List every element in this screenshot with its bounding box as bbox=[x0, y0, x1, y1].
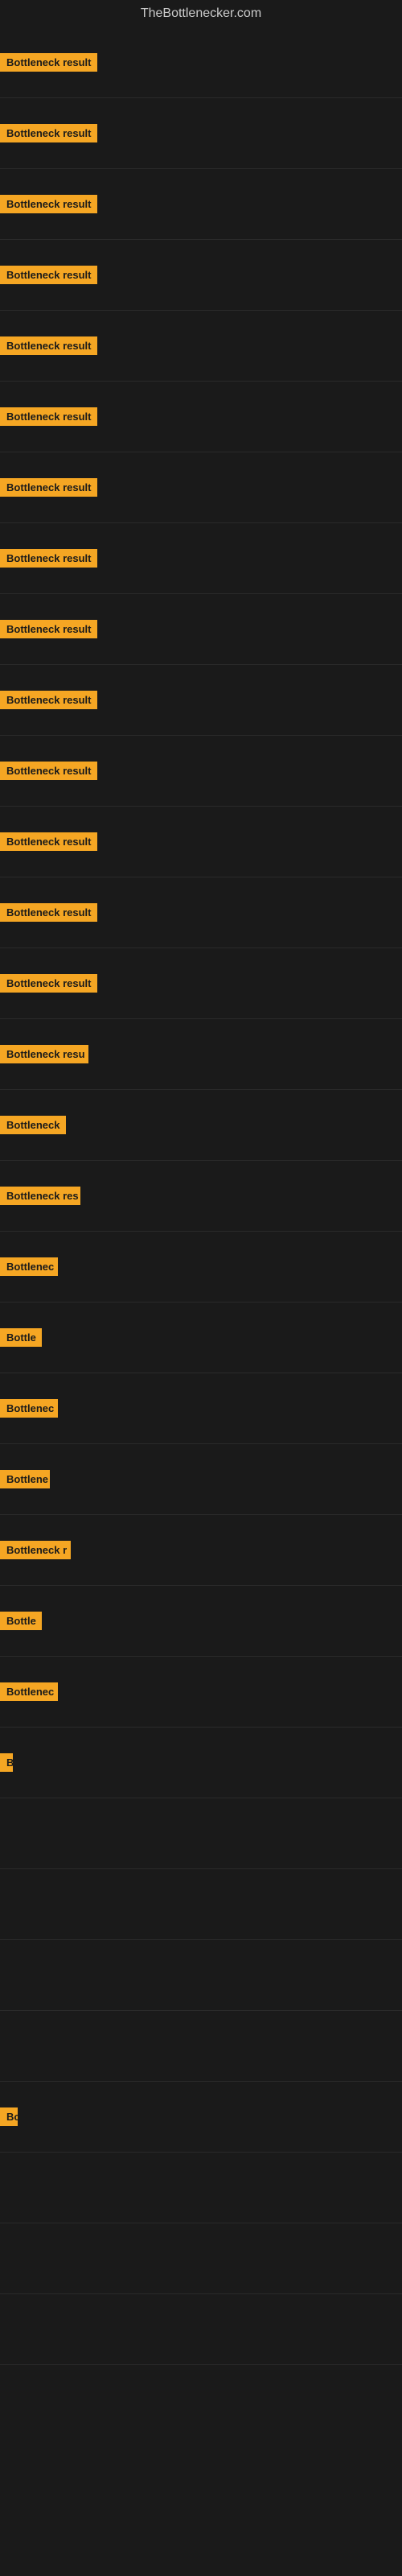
bottleneck-row-8: Bottleneck result bbox=[0, 523, 402, 594]
bottleneck-label-1[interactable]: Bottleneck result bbox=[0, 53, 97, 72]
bottleneck-label-22[interactable]: Bottleneck r bbox=[0, 1541, 71, 1559]
bottleneck-label-8[interactable]: Bottleneck result bbox=[0, 549, 97, 568]
bottleneck-row-6: Bottleneck result bbox=[0, 382, 402, 452]
bottleneck-label-4[interactable]: Bottleneck result bbox=[0, 266, 97, 284]
bottleneck-row-9: Bottleneck result bbox=[0, 594, 402, 665]
site-title: TheBottlenecker.com bbox=[0, 0, 402, 27]
bottleneck-row-11: Bottleneck result bbox=[0, 736, 402, 807]
bottleneck-label-5[interactable]: Bottleneck result bbox=[0, 336, 97, 355]
bottleneck-label-3[interactable]: Bottleneck result bbox=[0, 195, 97, 213]
bottleneck-row-30: Bo bbox=[0, 2082, 402, 2153]
bottleneck-label-9[interactable]: Bottleneck result bbox=[0, 620, 97, 638]
bottleneck-row-18: Bottlenec bbox=[0, 1232, 402, 1302]
bottleneck-row-27 bbox=[0, 1869, 402, 1940]
bottleneck-label-21[interactable]: Bottlene bbox=[0, 1470, 50, 1488]
rows-container: Bottleneck result Bottleneck result Bottle… bbox=[0, 27, 402, 2365]
bottleneck-row-24: Bottlenec bbox=[0, 1657, 402, 1728]
bottleneck-row-15: Bottleneck resu bbox=[0, 1019, 402, 1090]
bottleneck-label-15[interactable]: Bottleneck resu bbox=[0, 1045, 88, 1063]
bottleneck-row-1: Bottleneck result bbox=[0, 27, 402, 98]
bottleneck-label-25[interactable]: B bbox=[0, 1753, 13, 1772]
bottleneck-row-28 bbox=[0, 1940, 402, 2011]
bottleneck-row-16: Bottleneck bbox=[0, 1090, 402, 1161]
bottleneck-label-30[interactable]: Bo bbox=[0, 2107, 18, 2126]
bottleneck-row-29 bbox=[0, 2011, 402, 2082]
bottleneck-row-3: Bottleneck result bbox=[0, 169, 402, 240]
bottleneck-label-19[interactable]: Bottle bbox=[0, 1328, 42, 1347]
bottleneck-label-16[interactable]: Bottleneck bbox=[0, 1116, 66, 1134]
bottleneck-label-11[interactable]: Bottleneck result bbox=[0, 762, 97, 780]
bottleneck-label-14[interactable]: Bottleneck result bbox=[0, 974, 97, 993]
bottleneck-label-18[interactable]: Bottlenec bbox=[0, 1257, 58, 1276]
bottleneck-row-14: Bottleneck result bbox=[0, 948, 402, 1019]
bottleneck-label-24[interactable]: Bottlenec bbox=[0, 1682, 58, 1701]
bottleneck-row-23: Bottle bbox=[0, 1586, 402, 1657]
bottleneck-row-17: Bottleneck res bbox=[0, 1161, 402, 1232]
bottleneck-row-4: Bottleneck result bbox=[0, 240, 402, 311]
bottleneck-row-21: Bottlene bbox=[0, 1444, 402, 1515]
bottleneck-label-2[interactable]: Bottleneck result bbox=[0, 124, 97, 142]
bottleneck-label-10[interactable]: Bottleneck result bbox=[0, 691, 97, 709]
bottleneck-row-13: Bottleneck result bbox=[0, 877, 402, 948]
bottleneck-row-22: Bottleneck r bbox=[0, 1515, 402, 1586]
bottleneck-row-25: B bbox=[0, 1728, 402, 1798]
bottleneck-row-5: Bottleneck result bbox=[0, 311, 402, 382]
bottleneck-label-13[interactable]: Bottleneck result bbox=[0, 903, 97, 922]
bottleneck-row-19: Bottle bbox=[0, 1302, 402, 1373]
bottleneck-row-12: Bottleneck result bbox=[0, 807, 402, 877]
bottleneck-row-31 bbox=[0, 2153, 402, 2223]
bottleneck-row-26 bbox=[0, 1798, 402, 1869]
bottleneck-row-2: Bottleneck result bbox=[0, 98, 402, 169]
bottleneck-row-33 bbox=[0, 2294, 402, 2365]
site-header: TheBottlenecker.com bbox=[0, 0, 402, 27]
bottleneck-label-7[interactable]: Bottleneck result bbox=[0, 478, 97, 497]
bottleneck-label-17[interactable]: Bottleneck res bbox=[0, 1187, 80, 1205]
bottleneck-label-6[interactable]: Bottleneck result bbox=[0, 407, 97, 426]
bottleneck-row-20: Bottlenec bbox=[0, 1373, 402, 1444]
bottleneck-label-23[interactable]: Bottle bbox=[0, 1612, 42, 1630]
bottleneck-row-32 bbox=[0, 2223, 402, 2294]
bottleneck-row-10: Bottleneck result bbox=[0, 665, 402, 736]
bottleneck-label-20[interactable]: Bottlenec bbox=[0, 1399, 58, 1418]
bottleneck-label-12[interactable]: Bottleneck result bbox=[0, 832, 97, 851]
bottleneck-row-7: Bottleneck result bbox=[0, 452, 402, 523]
